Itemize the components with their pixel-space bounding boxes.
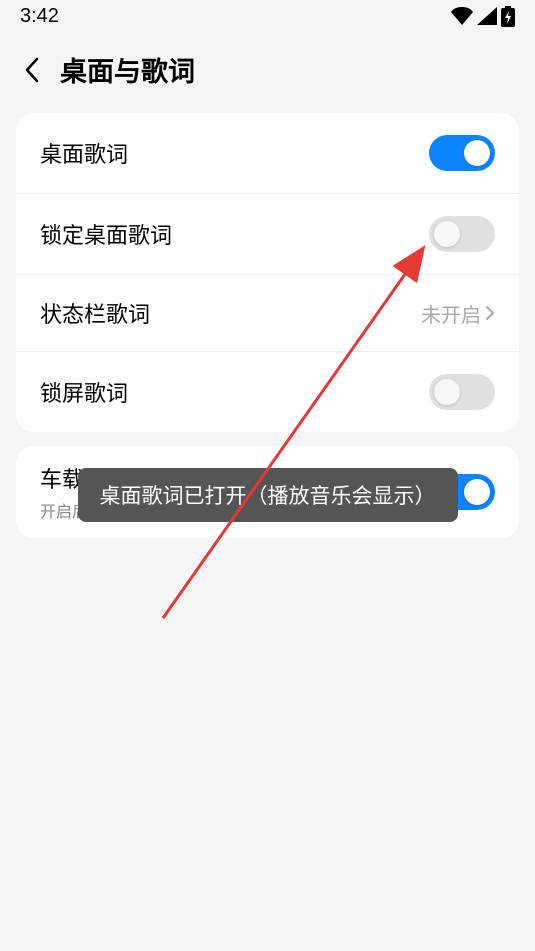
setting-value-container: 未开启 — [421, 299, 495, 328]
toggle-knob — [464, 479, 490, 505]
setting-label: 锁屏歌词 — [40, 376, 128, 408]
setting-label: 桌面歌词 — [40, 137, 128, 169]
wifi-icon — [451, 7, 473, 25]
settings-group-1: 桌面歌词 锁定桌面歌词 状态栏歌词 未开启 锁屏歌词 — [16, 113, 519, 432]
status-time: 3:42 — [20, 5, 59, 28]
setting-desktop-lyrics[interactable]: 桌面歌词 — [16, 113, 519, 194]
setting-lockscreen-lyrics[interactable]: 锁屏歌词 — [16, 352, 519, 432]
header: 桌面与歌词 — [0, 32, 535, 113]
page-title: 桌面与歌词 — [60, 50, 195, 89]
setting-statusbar-lyrics[interactable]: 状态栏歌词 未开启 — [16, 275, 519, 352]
toggle-lockscreen-lyrics[interactable] — [429, 374, 495, 410]
setting-lock-desktop-lyrics[interactable]: 锁定桌面歌词 — [16, 194, 519, 275]
setting-label: 锁定桌面歌词 — [40, 218, 172, 250]
toggle-knob — [434, 379, 460, 405]
status-bar: 3:42 — [0, 0, 535, 32]
status-icons — [451, 6, 515, 27]
setting-label: 状态栏歌词 — [40, 297, 150, 329]
toggle-knob — [464, 140, 490, 166]
toggle-desktop-lyrics[interactable] — [429, 135, 495, 171]
battery-icon — [501, 6, 515, 27]
toggle-lock-desktop-lyrics[interactable] — [429, 216, 495, 252]
setting-value: 未开启 — [421, 299, 481, 328]
toggle-knob — [434, 221, 460, 247]
back-button[interactable] — [16, 54, 48, 86]
chevron-left-icon — [23, 57, 41, 83]
signal-icon — [477, 7, 497, 25]
toast-message: 桌面歌词已打开（播放音乐会显示） — [78, 468, 458, 522]
chevron-right-icon — [485, 305, 495, 321]
